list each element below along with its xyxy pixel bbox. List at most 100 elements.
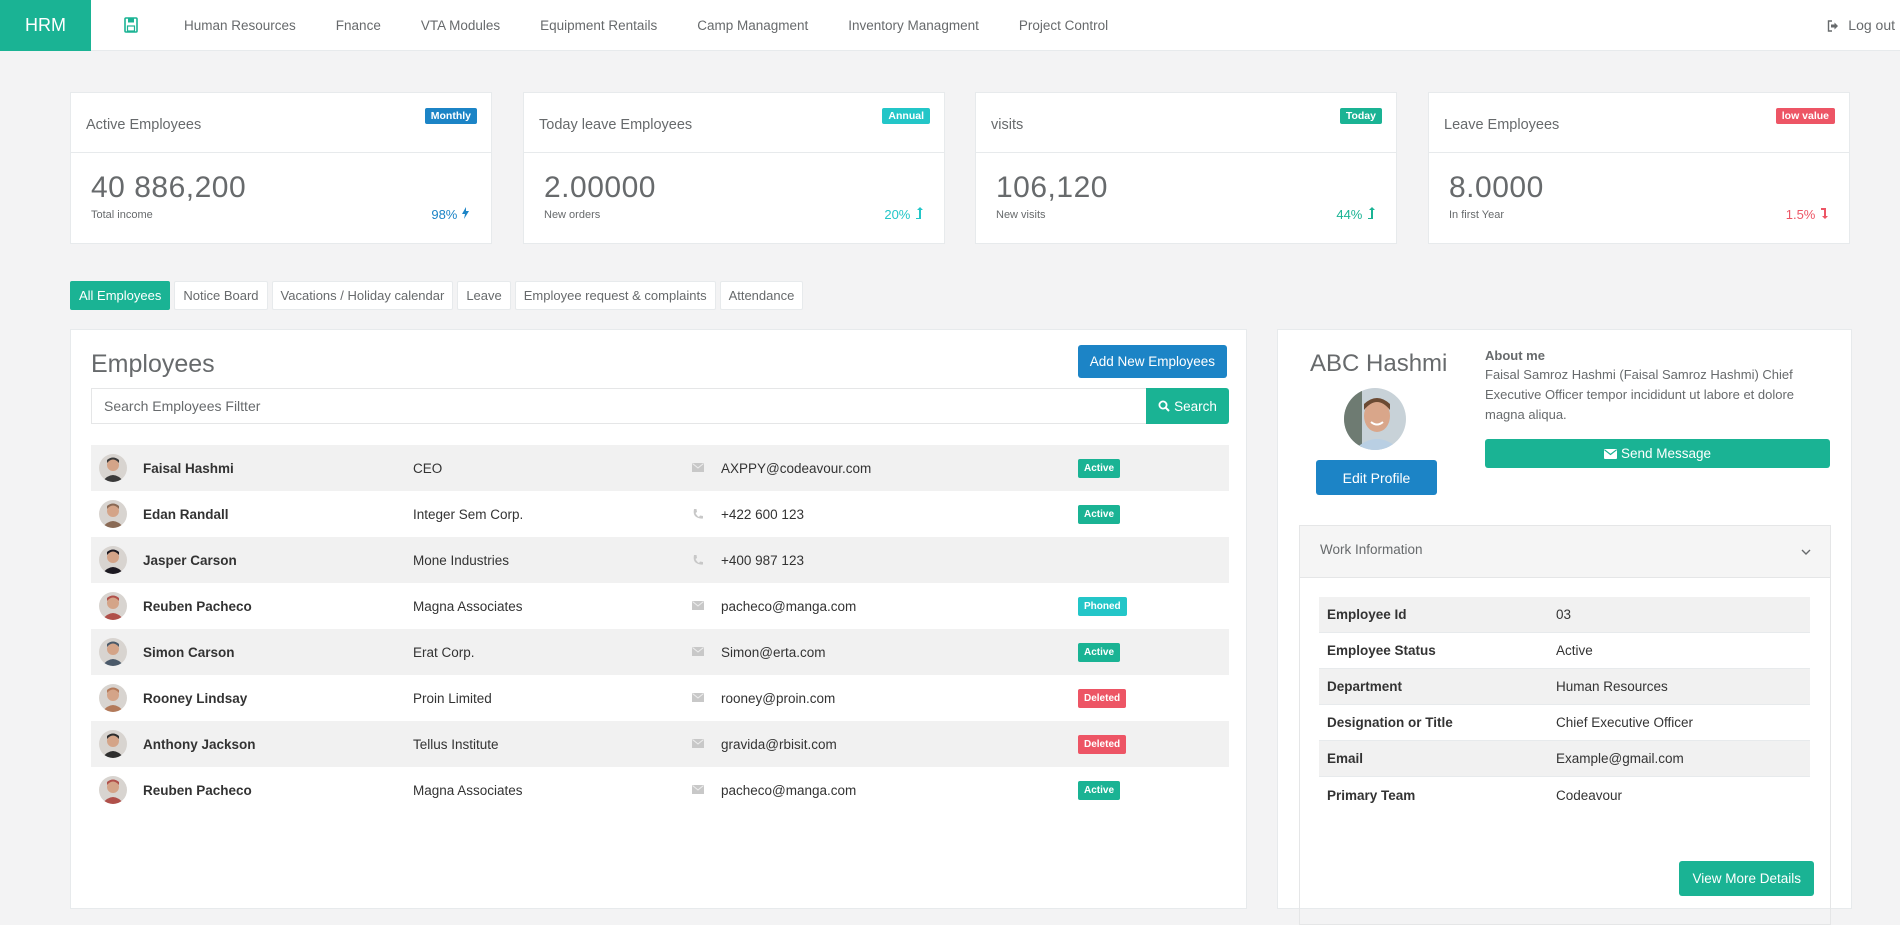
table-row[interactable]: Reuben Pacheco Magna Associates pacheco@ma… <box>91 767 1229 813</box>
envelope-icon <box>692 739 704 748</box>
employees-title: Employees <box>91 350 215 378</box>
top-navbar: HRM Human Resources Fnance VTA Modules E… <box>0 0 1900 51</box>
employee-avatar <box>99 776 127 804</box>
employee-company: CEO <box>413 460 443 476</box>
employee-contact: AXPPY@codeavour.com <box>721 460 872 476</box>
profile-panel: ABC Hashmi Edit Profile About me Faisal … <box>1277 329 1852 925</box>
search-button-label: Search <box>1174 398 1217 414</box>
employee-company: Proin Limited <box>413 690 492 706</box>
stat-card: visits Today 106,120 New visits 44% <box>975 92 1397 244</box>
stat-card: Today leave Employees Annual 2.00000 New or… <box>523 92 945 244</box>
floppy-disk-icon[interactable] <box>124 17 138 33</box>
tab-notice-board[interactable]: Notice Board <box>174 281 268 310</box>
info-label: Designation or Title <box>1327 715 1453 730</box>
status-badge: Deleted <box>1078 734 1127 754</box>
employee-name[interactable]: Rooney Lindsay <box>143 691 247 706</box>
table-row[interactable]: Anthony Jackson Tellus Institute gravida@r… <box>91 721 1229 767</box>
tab-employee-request-complaints[interactable]: Employee request & complaints <box>514 281 716 310</box>
search-employees-input[interactable] <box>91 388 1146 424</box>
profile-name: ABC Hashmi <box>1310 350 1448 377</box>
logout-link[interactable]: Log out <box>1827 0 1895 51</box>
nav-equipment-rentals[interactable]: Equipment Rentails <box>540 0 657 51</box>
stat-card-header: Active Employees Monthly <box>71 93 491 153</box>
work-info-table: Employee Id 03 Employee Status Active Depart… <box>1319 597 1810 813</box>
tab-all-employees[interactable]: All Employees <box>70 281 171 310</box>
status-badge: Active <box>1078 780 1121 800</box>
info-label: Email <box>1327 751 1364 766</box>
envelope-icon <box>1603 448 1617 459</box>
chevron-down-icon[interactable] <box>1800 546 1812 558</box>
stat-title: Today leave Employees <box>539 117 693 133</box>
table-row[interactable]: Edan Randall Integer Sem Corp. +422 600 12… <box>91 491 1229 537</box>
employee-company: Magna Associates <box>413 598 523 614</box>
info-label: Department <box>1327 679 1403 694</box>
table-row[interactable]: Jasper Carson Mone Industries +400 987 123 <box>91 537 1229 583</box>
envelope-icon <box>692 647 704 656</box>
status-badge: Phoned <box>1078 596 1127 616</box>
status-badge: Active <box>1078 458 1121 478</box>
employee-name[interactable]: Simon Carson <box>143 645 235 660</box>
table-row[interactable]: Faisal Hashmi CEO AXPPY@codeavour.com Activ… <box>91 445 1229 491</box>
work-information-header[interactable]: Work Information <box>1300 526 1830 578</box>
nav-project-control[interactable]: Project Control <box>1019 0 1108 51</box>
employee-name[interactable]: Jasper Carson <box>143 553 237 568</box>
stat-value: 40 886,200 <box>91 171 247 204</box>
stat-subtitle: In first Year <box>1449 209 1505 221</box>
stat-percent-value: 1.5% <box>1785 207 1816 222</box>
view-more-details-button[interactable]: View More Details <box>1679 861 1814 896</box>
search-icon <box>1158 400 1170 412</box>
nav-vta-modules[interactable]: VTA Modules <box>421 0 500 51</box>
envelope-icon <box>692 463 704 472</box>
about-me-text: Faisal Samroz Hashmi (Faisal Samroz Hash… <box>1485 367 1795 422</box>
employee-company: Magna Associates <box>413 782 523 798</box>
employee-avatar <box>99 454 127 482</box>
stat-percent: 1.5% <box>1786 207 1829 222</box>
employees-panel: Employees Add New Employees Search Faisa… <box>70 329 1247 909</box>
info-value: Chief Executive Officer <box>1556 715 1694 730</box>
employee-avatar <box>99 546 127 574</box>
nav-inventory-management[interactable]: Inventory Managment <box>848 0 979 51</box>
employee-name[interactable]: Anthony Jackson <box>143 737 256 752</box>
employee-name[interactable]: Reuben Pacheco <box>143 783 252 798</box>
stat-title: Active Employees <box>86 117 202 133</box>
employee-contact: pacheco@manga.com <box>721 782 857 798</box>
logout-label: Log out <box>1848 17 1895 33</box>
work-information-section: Work Information Employee Id 03 Employee S… <box>1299 525 1831 925</box>
table-row[interactable]: Rooney Lindsay Proin Limited rooney@proin.… <box>91 675 1229 721</box>
employee-company: Integer Sem Corp. <box>413 506 524 522</box>
table-row[interactable]: Simon Carson Erat Corp. Simon@erta.com Acti… <box>91 629 1229 675</box>
employee-company: Tellus Institute <box>413 736 499 752</box>
employee-avatar <box>99 684 127 712</box>
work-information-title: Work Information <box>1320 542 1423 557</box>
stat-card: Active Employees Monthly 40 886,200 Total i… <box>70 92 492 244</box>
search-button[interactable]: Search <box>1146 388 1229 424</box>
nav-camp-management[interactable]: Camp Managment <box>697 0 808 51</box>
stat-percent-value: 44% <box>1336 207 1363 222</box>
tab-leave[interactable]: Leave <box>457 281 511 310</box>
employee-name[interactable]: Faisal Hashmi <box>143 461 234 476</box>
add-new-employees-button[interactable]: Add New Employees <box>1077 345 1227 378</box>
info-row: Department Human Resources <box>1319 669 1810 705</box>
table-row[interactable]: Reuben Pacheco Magna Associates pacheco@ma… <box>91 583 1229 629</box>
about-me-heading: About me <box>1485 348 1545 363</box>
brand-logo[interactable]: HRM <box>0 0 91 51</box>
nav-finance[interactable]: Fnance <box>336 0 381 51</box>
employees-table: Faisal Hashmi CEO AXPPY@codeavour.com Activ… <box>91 445 1229 813</box>
send-message-button[interactable]: Send Message <box>1485 439 1830 468</box>
employee-avatar <box>99 592 127 620</box>
tab-vacations-holiday-calendar[interactable]: Vacations / Holiday calendar <box>271 281 454 310</box>
envelope-icon <box>692 785 704 794</box>
stat-card: Leave Employees low value 8.0000 In first Y… <box>1428 92 1850 244</box>
level-down-icon <box>1821 208 1828 219</box>
sign-out-icon <box>1828 19 1839 32</box>
tab-attendance[interactable]: Attendance <box>719 281 804 310</box>
employee-name[interactable]: Reuben Pacheco <box>143 599 252 614</box>
employee-contact: Simon@erta.com <box>721 644 826 660</box>
employee-company: Erat Corp. <box>413 644 475 660</box>
info-row: Employee Id 03 <box>1319 597 1810 633</box>
nav-human-resources[interactable]: Human Resources <box>184 0 296 51</box>
edit-profile-button[interactable]: Edit Profile <box>1316 460 1437 495</box>
employee-name[interactable]: Edan Randall <box>143 507 229 522</box>
info-row: Employee Status Active <box>1319 633 1810 669</box>
stat-card-header: Today leave Employees Annual <box>524 93 944 153</box>
